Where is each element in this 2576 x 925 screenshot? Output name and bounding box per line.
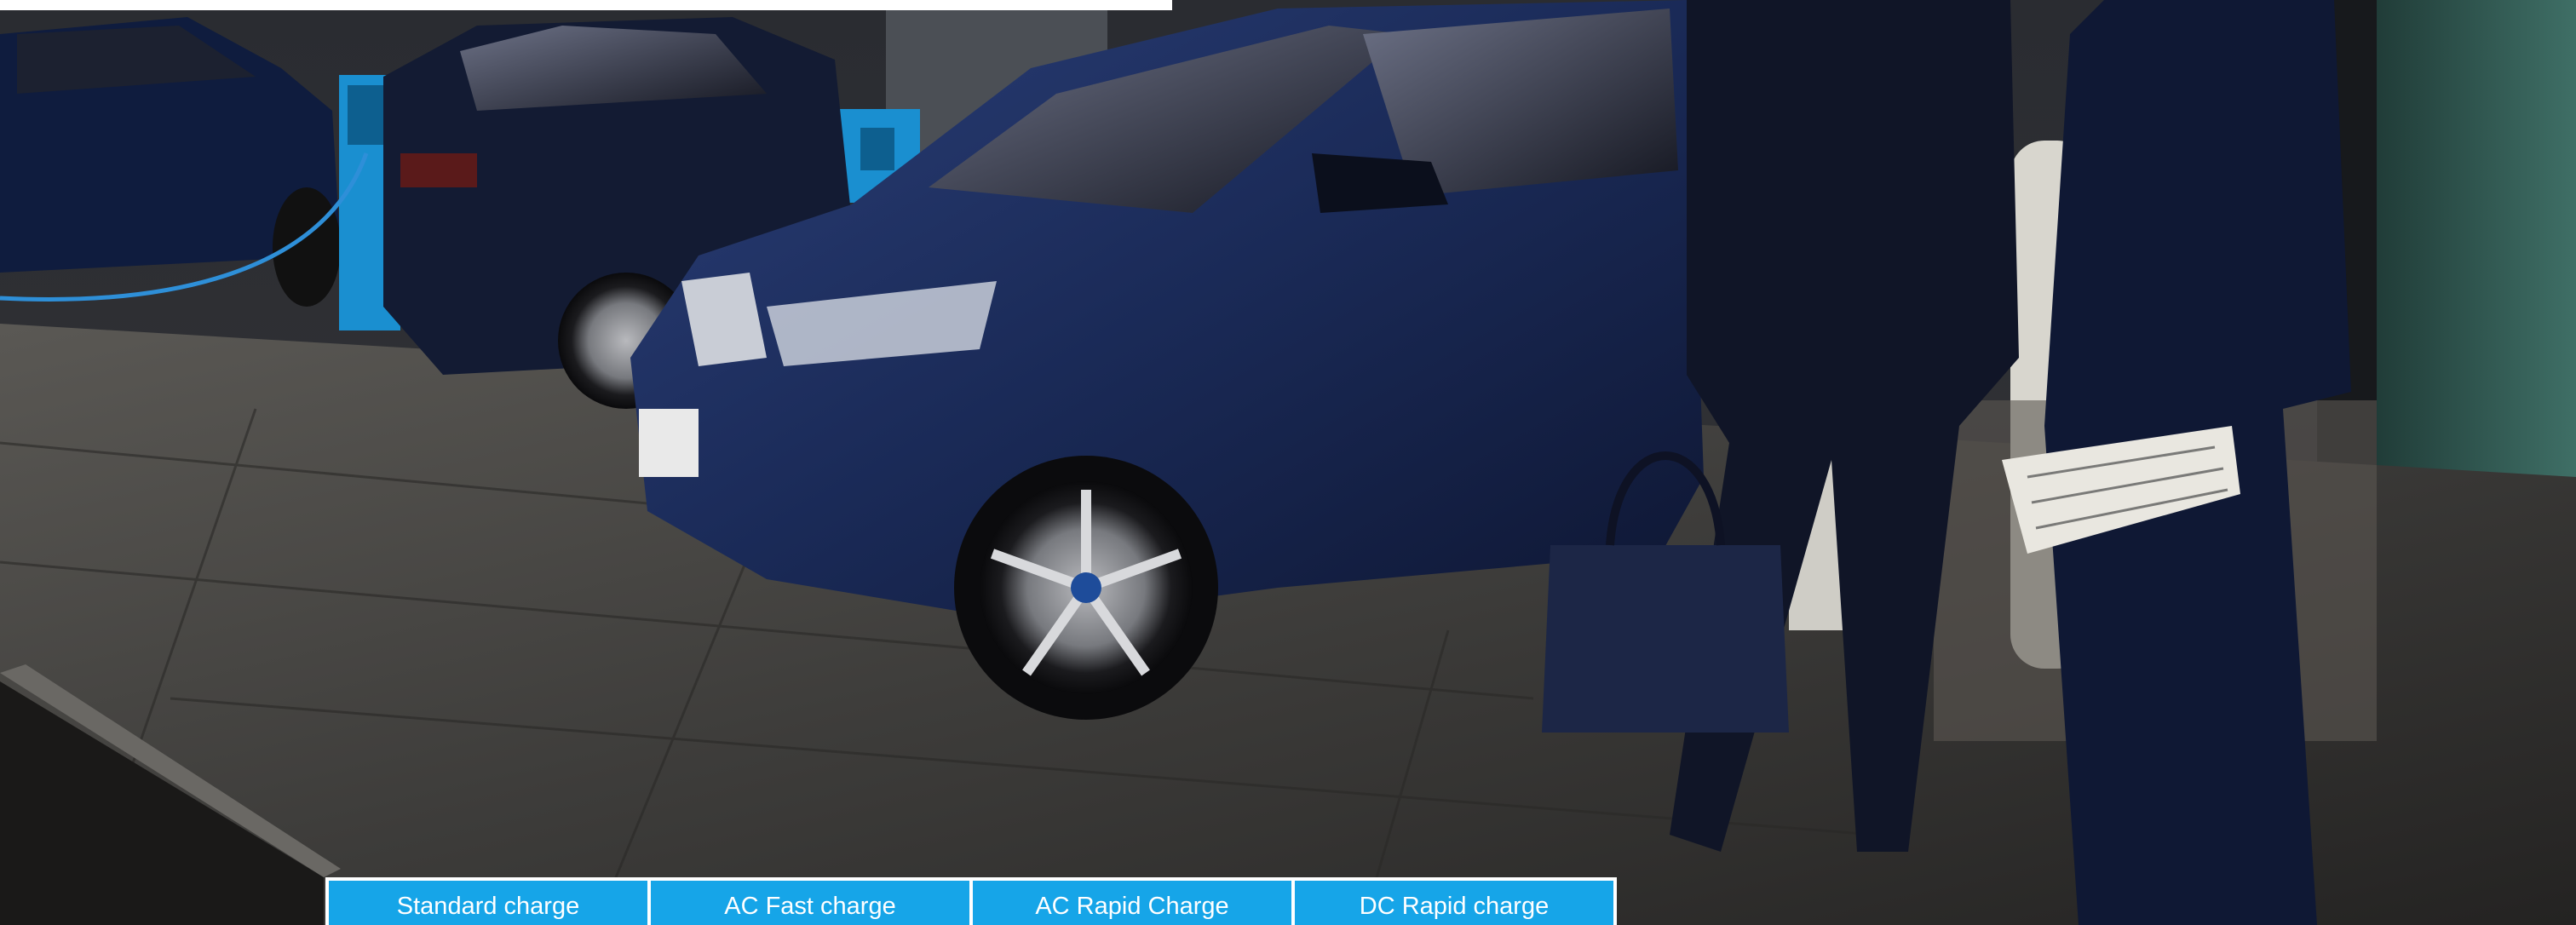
tab-ac-rapid-charge[interactable]: AC Rapid Charge xyxy=(973,881,1291,925)
tab-standard-charge[interactable]: Standard charge xyxy=(329,881,647,925)
tab-ac-fast-charge[interactable]: AC Fast charge xyxy=(651,881,969,925)
hero-section: Standard charge AC Fast charge AC Rapid … xyxy=(0,0,2576,925)
charging-type-tabs: Standard charge AC Fast charge AC Rapid … xyxy=(325,877,1617,925)
tab-dc-rapid-charge[interactable]: DC Rapid charge xyxy=(1295,881,1613,925)
hero-photo xyxy=(0,0,2576,925)
top-white-bar xyxy=(0,0,1172,10)
